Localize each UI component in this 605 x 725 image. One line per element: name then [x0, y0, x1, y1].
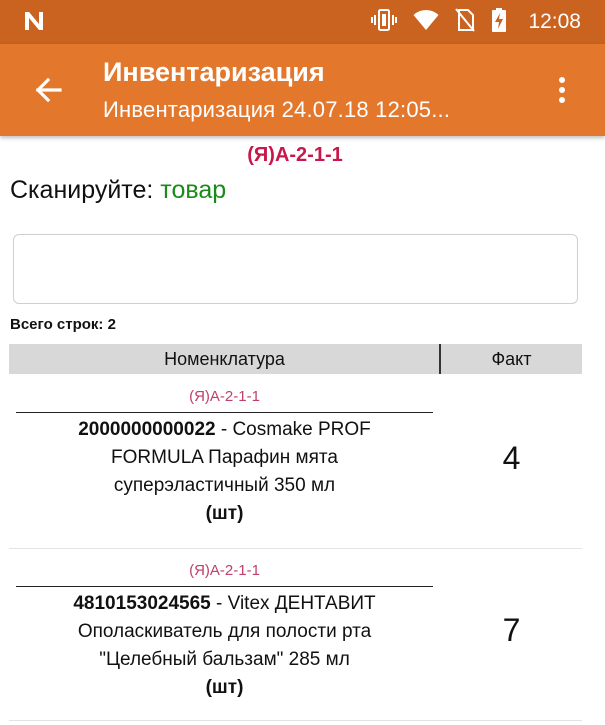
- app-title: Инвентаризация: [103, 57, 325, 87]
- item-description: 4810153024565 - Vitex ДЕНТАВИТ Ополаскив…: [9, 587, 440, 674]
- app-subtitle: Инвентаризация 24.07.18 12:05...: [103, 97, 451, 122]
- no-sim-icon: [455, 7, 475, 37]
- scan-target: товар: [160, 176, 227, 204]
- more-vert-icon: [559, 77, 565, 103]
- more-menu-button[interactable]: [553, 72, 571, 108]
- item-description: 2000000000022 - Cosmake PROF FORMULA Пар…: [9, 413, 440, 500]
- scan-instruction: Сканируйте: товар: [10, 175, 226, 205]
- status-bar: 12:08: [0, 0, 605, 44]
- battery-charging-icon: [491, 7, 507, 37]
- table-row[interactable]: (Я)А-2-1-1 4810153024565 - Vitex ДЕНТАВИ…: [9, 560, 582, 720]
- column-header-nomenclature: Номенклатура: [164, 349, 285, 369]
- arrow-back-icon: [35, 77, 62, 103]
- item-barcode: 4810153024565: [73, 593, 211, 614]
- vibrate-icon: [371, 8, 397, 37]
- item-unit: (шт): [205, 677, 244, 698]
- table-row[interactable]: (Я)А-2-1-1 2000000000022 - Cosmake PROF …: [9, 386, 582, 548]
- row-separator: [9, 548, 582, 549]
- item-name-line: суперэластичный 350 мл: [113, 475, 336, 496]
- item-location: (Я)А-2-1-1: [189, 562, 260, 579]
- item-name-line: "Целебный бальзам" 285 мл: [99, 649, 350, 670]
- table-header: Номенклатура Факт: [9, 344, 582, 374]
- app-bar: Инвентаризация Инвентаризация 24.07.18 1…: [0, 44, 605, 136]
- n-logo-icon: [22, 9, 46, 38]
- item-name-part: - Vitex ДЕНТАВИТ: [210, 593, 376, 614]
- item-fact: 7: [502, 612, 521, 648]
- item-name-line: Ополаскиватель для полости рта: [77, 621, 372, 642]
- item-fact: 4: [502, 440, 521, 476]
- item-barcode: 2000000000022: [78, 419, 216, 440]
- current-location: (Я)А-2-1-1: [247, 144, 343, 166]
- scan-prompt: Сканируйте:: [10, 176, 161, 204]
- item-location: (Я)А-2-1-1: [189, 388, 260, 405]
- barcode-input[interactable]: [13, 234, 578, 304]
- item-cell: (Я)А-2-1-1 2000000000022 - Cosmake PROF …: [9, 386, 440, 528]
- column-header-fact: Факт: [491, 349, 532, 369]
- back-button[interactable]: [30, 72, 66, 108]
- status-time: 12:08: [528, 10, 581, 33]
- wifi-icon: [413, 9, 439, 36]
- rows-count: Всего строк: 2: [10, 316, 116, 333]
- row-separator: [9, 720, 582, 721]
- item-name-part: - Cosmake PROF: [215, 419, 371, 440]
- item-name-line: FORMULA Парафин мята: [111, 447, 338, 468]
- item-unit: (шт): [205, 503, 244, 524]
- item-cell: (Я)А-2-1-1 4810153024565 - Vitex ДЕНТАВИ…: [9, 560, 440, 702]
